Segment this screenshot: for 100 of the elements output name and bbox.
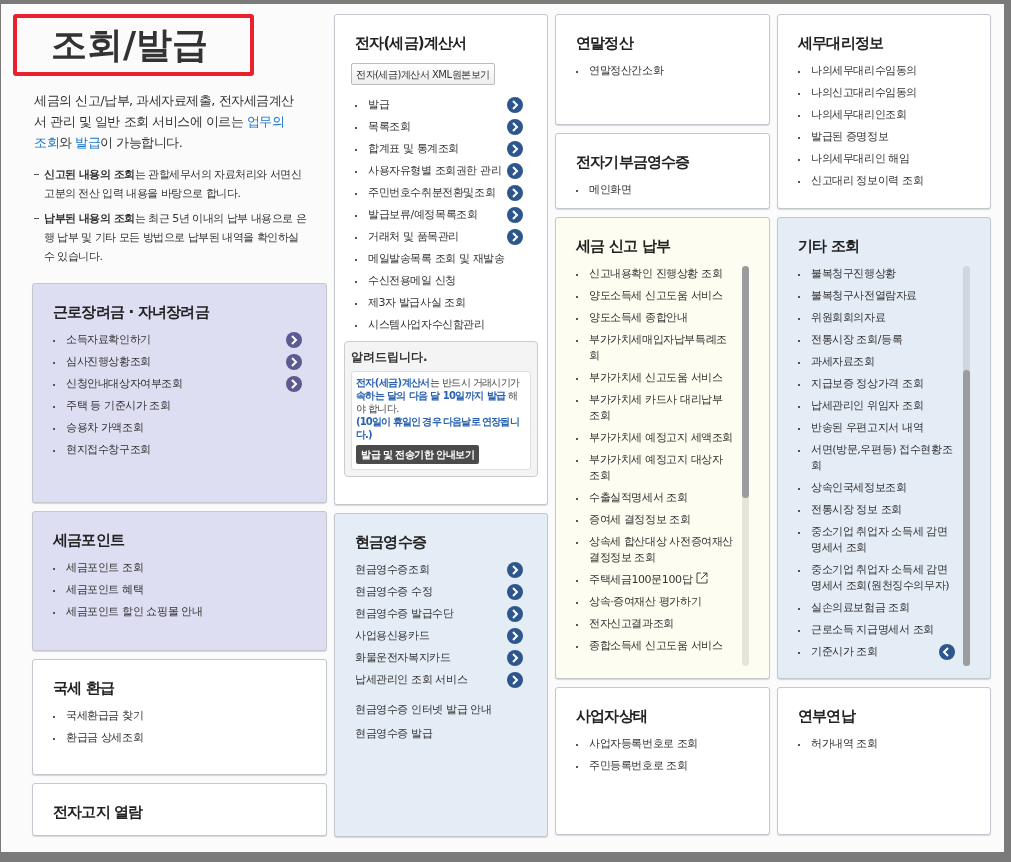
menu-link[interactable]: 시스템사업자수신함관리 <box>368 317 523 333</box>
chevron-right-icon[interactable] <box>286 332 302 348</box>
menu-link[interactable]: 신고내용확인 진행상황 조회 <box>589 266 734 282</box>
menu-link[interactable]: 사업자등록번호로 조회 <box>589 736 745 752</box>
note-text: 신고된 내용의 조회는 관할세무서의 자료처리와 서면신고분의 전산 입력 내용을 바탕으로 합니다. <box>44 167 303 202</box>
menu-link[interactable]: 발급된 증명정보 <box>811 129 966 145</box>
menu-link[interactable]: 실손의료보험금 조회 <box>811 600 955 616</box>
chevron-right-icon[interactable] <box>507 628 523 644</box>
chevron-right-icon[interactable] <box>507 672 523 688</box>
menu-link[interactable]: 기준시가 조회 <box>811 644 935 660</box>
chevron-right-icon[interactable] <box>507 97 523 113</box>
menu-link[interactable]: 나의세무대리인조회 <box>811 107 966 123</box>
menu-link[interactable]: 양도소득세 신고도움 서비스 <box>589 288 734 304</box>
menu-link[interactable]: 허가내역 조회 <box>811 736 966 752</box>
menu-link[interactable]: 전통시장 정보 조회 <box>811 502 955 518</box>
menu-link[interactable]: 거래처 및 품목관리 <box>368 229 503 245</box>
scrollbar-thumb[interactable] <box>742 266 749 498</box>
xml-view-button[interactable]: 전자(세금)계산서 XML원본보기 <box>351 63 495 85</box>
chevron-right-icon[interactable] <box>286 354 302 370</box>
menu-link[interactable]: 서면(방문,우편등) 접수현황조회 <box>811 442 955 474</box>
menu-link[interactable]: 상속인국세정보조회 <box>811 480 955 496</box>
card-title: 국세 환급 <box>53 678 116 698</box>
menu-link[interactable]: 부가가치세 예정고지 대상자 조회 <box>589 452 734 484</box>
menu-link[interactable]: 부가가치세 카드사 대리납부 조회 <box>589 392 734 424</box>
menu-link[interactable]: 승용차 가액조회 <box>66 420 302 436</box>
menu-link[interactable]: 환급금 상세조회 <box>66 730 302 746</box>
menu-link[interactable]: 발급보류/예정목록조회 <box>368 207 503 223</box>
menu-link[interactable]: 메인화면 <box>589 182 745 198</box>
menu-link[interactable]: 수출실적명세서 조회 <box>589 490 734 506</box>
menu-link[interactable]: 연말정산간소화 <box>589 63 745 79</box>
menu-link[interactable]: 현금영수증조회 <box>355 562 503 578</box>
menu-link[interactable]: 주민등록번호로 조회 <box>589 758 745 774</box>
menu-link[interactable]: 현금영수증 발급수단 <box>355 606 503 622</box>
menu-link[interactable]: 전통시장 조회/등록 <box>811 332 955 348</box>
menu-link[interactable]: 나의신고대리수임동의 <box>811 85 966 101</box>
menu-link[interactable]: 현금영수증 수정 <box>355 584 503 600</box>
chevron-right-icon[interactable] <box>507 141 523 157</box>
menu-link[interactable]: 위원회회의자료 <box>811 310 955 326</box>
menu-link[interactable]: 제3자 발급사실 조회 <box>368 295 523 311</box>
menu-link[interactable]: 주민번호수취분전환및조회 <box>368 185 503 201</box>
menu-link[interactable]: 현금영수증 인터넷 발급 안내 <box>355 702 527 718</box>
menu-link[interactable]: 상속·증여재산 평가하기 <box>589 594 734 610</box>
menu-link[interactable]: 화물운전자복지카드 <box>355 650 503 666</box>
dash-icon <box>34 174 39 175</box>
menu-link[interactable]: 납세관리인 위임자 조회 <box>811 398 955 414</box>
card-title: 세금포인트 <box>53 530 126 550</box>
menu-link[interactable]: 심사진행상황조회 <box>66 354 282 370</box>
menu-link[interactable]: 주택 등 기준시가 조회 <box>66 398 302 414</box>
page-title: 조회/발급 <box>13 14 254 76</box>
chevron-right-icon[interactable] <box>507 119 523 135</box>
menu-link[interactable]: 세금포인트 혜택 <box>66 582 302 598</box>
chevron-right-icon[interactable] <box>507 562 523 578</box>
menu-link[interactable]: 현금영수증 발급 <box>355 726 527 742</box>
scrollbar[interactable] <box>963 266 970 666</box>
menu-link[interactable]: 나의세무대리수임동의 <box>811 63 966 79</box>
chevron-right-icon[interactable] <box>507 606 523 622</box>
menu-link[interactable]: 중소기업 취업자 소득세 감면 명세서 조회(원천징수의무자) <box>811 562 955 594</box>
menu-link[interactable]: 사업용신용카드 <box>355 628 503 644</box>
menu-link[interactable]: 세금포인트 조회 <box>66 560 302 576</box>
menu-link[interactable]: 소득자료확인하기 <box>66 332 282 348</box>
menu-link[interactable]: 신고대리 정보이력 조회 <box>811 173 966 189</box>
scrollbar-thumb[interactable] <box>963 370 970 666</box>
menu-link[interactable]: 부가가치세 신고도움 서비스 <box>589 370 734 386</box>
menu-link[interactable]: 수신전용메일 신청 <box>368 273 523 289</box>
menu-link[interactable]: 현지접수창구조회 <box>66 442 302 458</box>
menu-link[interactable]: 사용자유형별 조회권한 관리 <box>368 163 503 179</box>
menu-link[interactable]: 부가가치세 예정고지 세액조회 <box>589 430 734 446</box>
chevron-right-icon[interactable] <box>507 163 523 179</box>
chevron-left-icon[interactable] <box>939 644 955 660</box>
menu-link[interactable]: 양도소득세 종합안내 <box>589 310 734 326</box>
menu-link[interactable]: 과세자료조회 <box>811 354 955 370</box>
menu-link[interactable]: 전자신고결과조회 <box>589 616 734 632</box>
menu-link[interactable]: 나의세무대리인 해임 <box>811 151 966 167</box>
menu-link[interactable]: 증여세 결정정보 조회 <box>589 512 734 528</box>
menu-link[interactable]: 불복청구진행상황 <box>811 266 955 282</box>
menu-link[interactable]: 부가가치세매입자납부특례조회 <box>589 332 734 364</box>
menu-link[interactable]: 납세관리인 조회 서비스 <box>355 672 503 688</box>
menu-link[interactable]: 국세환급금 찾기 <box>66 708 302 724</box>
menu-link[interactable]: 근로소득 지급명세서 조회 <box>811 622 955 638</box>
chevron-right-icon[interactable] <box>286 376 302 392</box>
scrollbar[interactable] <box>742 266 749 666</box>
menu-link[interactable]: 불복청구사전열람자료 <box>811 288 955 304</box>
menu-link[interactable]: 중소기업 취업자 소득세 감면 명세서 조회 <box>811 524 955 556</box>
chevron-right-icon[interactable] <box>507 207 523 223</box>
menu-link[interactable]: 합계표 및 통계조회 <box>368 141 503 157</box>
menu-link[interactable]: 종합소득세 신고도움 서비스 <box>589 638 734 654</box>
menu-link[interactable]: 주택세금100문100답 <box>589 572 734 588</box>
menu-link[interactable]: 발급 <box>368 97 503 113</box>
chevron-right-icon[interactable] <box>507 584 523 600</box>
menu-link[interactable]: 메일발송목록 조회 및 재발송 <box>368 251 523 267</box>
chevron-right-icon[interactable] <box>507 650 523 666</box>
chevron-right-icon[interactable] <box>507 185 523 201</box>
chevron-right-icon[interactable] <box>507 229 523 245</box>
menu-link[interactable]: 목록조회 <box>368 119 503 135</box>
menu-link[interactable]: 반송된 우편고지서 내역 <box>811 420 955 436</box>
menu-link[interactable]: 지급보증 정상가격 조회 <box>811 376 955 392</box>
deadline-guide-button[interactable]: 발급 및 전송기한 안내보기 <box>356 445 480 464</box>
menu-link[interactable]: 신청안내대상자여부조회 <box>66 376 282 392</box>
menu-link[interactable]: 상속세 합산대상 사전증여재산 결정정보 조회 <box>589 534 734 566</box>
menu-link[interactable]: 세금포인트 할인 쇼핑몰 안내 <box>66 604 302 620</box>
